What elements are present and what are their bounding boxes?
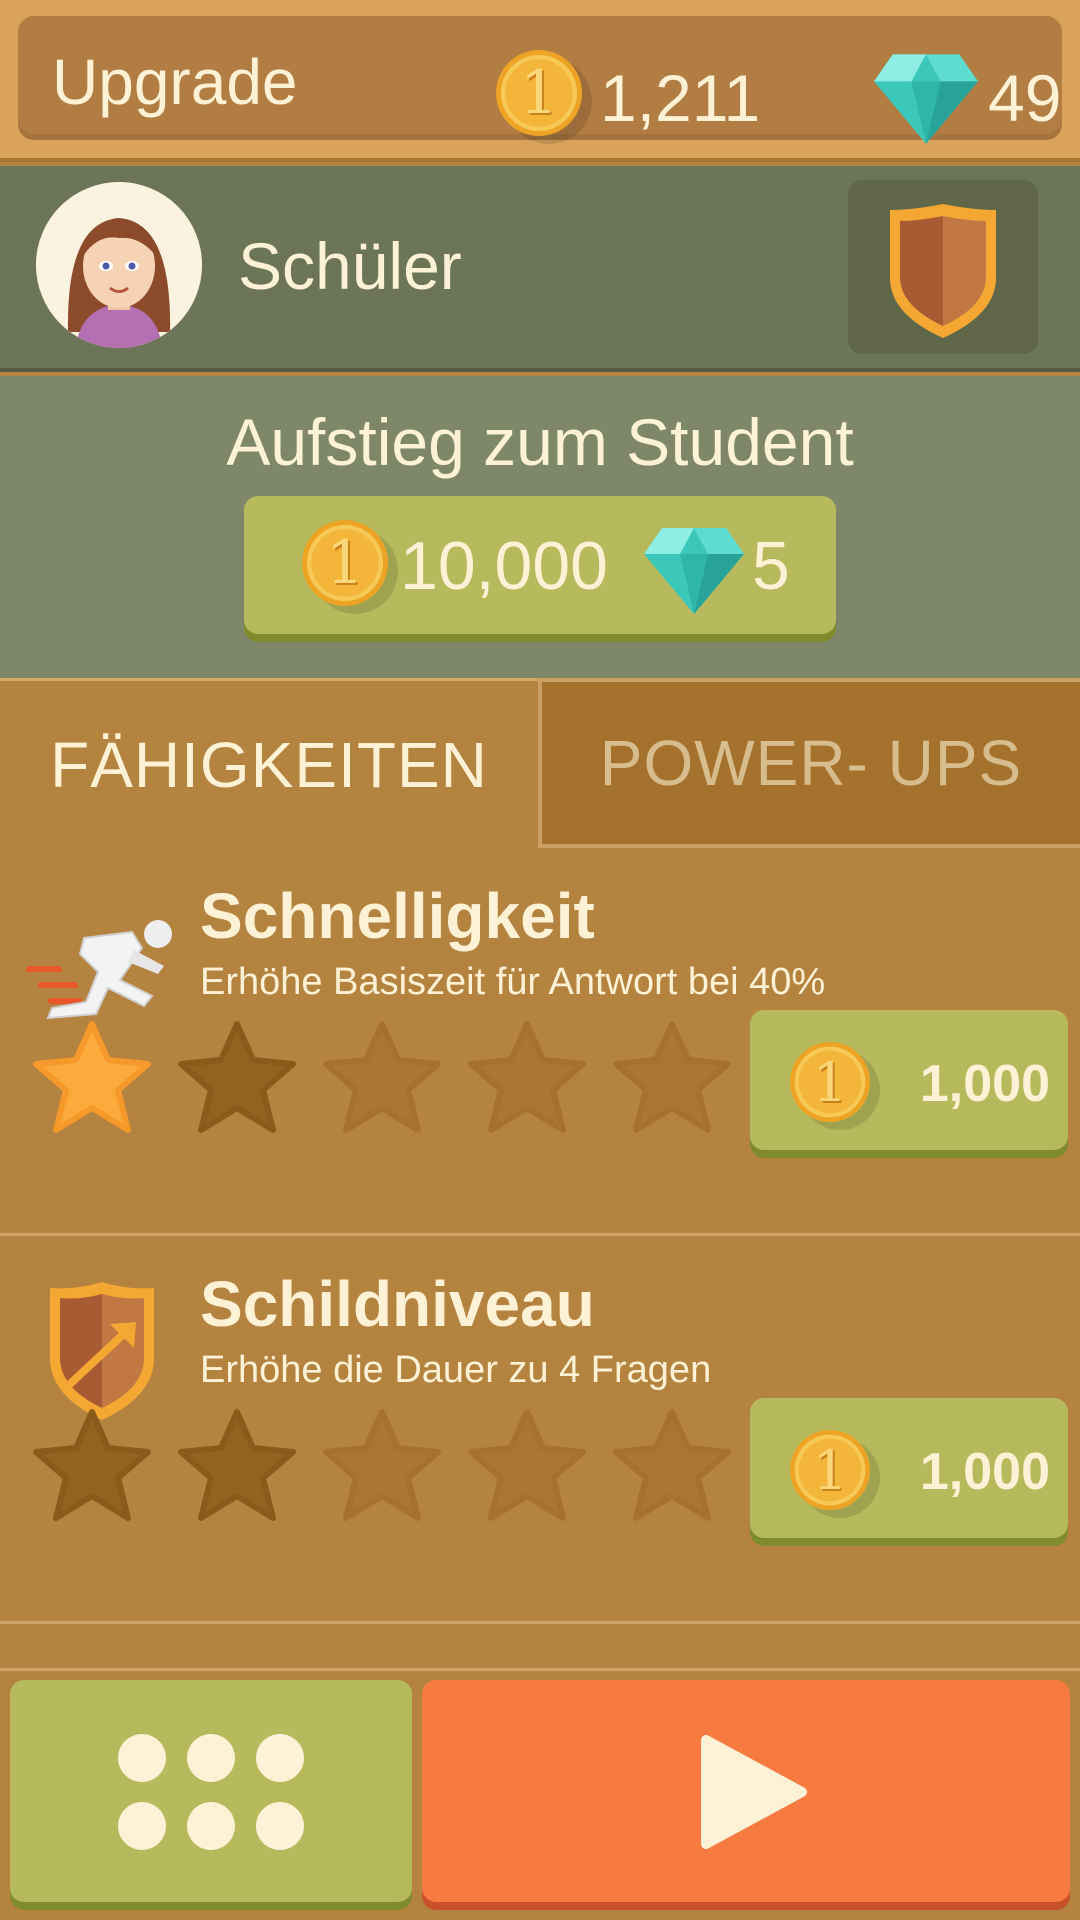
menu-button[interactable]	[10, 1680, 412, 1902]
profile-bar: Schüler	[0, 166, 1080, 372]
coin-icon	[790, 1042, 870, 1122]
rank-up-title: Aufstieg zum Student	[226, 405, 854, 479]
tab-skills[interactable]: FÄHIGKEITEN	[0, 678, 538, 848]
buy-skill-button[interactable]: 1,000	[750, 1398, 1068, 1538]
play-icon	[701, 1735, 807, 1849]
top-bar: Upgrade 1,211 49	[0, 0, 1080, 162]
rank-up-coin-cost: 10,000	[400, 528, 608, 604]
star-next-icon	[178, 1021, 296, 1133]
avatar-illustration	[36, 182, 202, 348]
skill-title: Schnelligkeit	[200, 880, 595, 952]
tab-bar: FÄHIGKEITEN POWER- UPS	[0, 678, 1080, 848]
rank-up-gem-cost: 5	[752, 528, 790, 604]
currency-panel: Upgrade 1,211 49	[18, 16, 1062, 144]
skill-price: 1,000	[919, 1443, 1050, 1501]
coin-icon	[496, 50, 582, 136]
star-empty-icon	[613, 1021, 731, 1133]
star-earned-icon	[33, 1021, 151, 1133]
star-empty-icon	[468, 1409, 586, 1521]
rank-up-button[interactable]: 10,000 5	[244, 496, 836, 634]
skill-price: 1,000	[919, 1055, 1050, 1113]
star-empty-icon	[323, 1409, 441, 1521]
tab-power-ups[interactable]: POWER- UPS	[538, 678, 1080, 848]
star-next-icon	[178, 1409, 296, 1521]
shield-icon	[890, 204, 996, 338]
rank-up-panel: Aufstieg zum Student 10,000 5	[0, 376, 1080, 678]
star-empty-icon	[613, 1409, 731, 1521]
gem-icon	[644, 528, 744, 614]
star-empty-icon	[323, 1021, 441, 1133]
screen-title: Upgrade	[52, 46, 298, 118]
coin-balance: 1,211	[600, 61, 761, 135]
skill-row: Schnelligkeit Erhöhe Basiszeit für Antwo…	[0, 848, 1080, 1236]
buy-skill-button[interactable]: 1,000	[750, 1010, 1068, 1150]
coin-icon	[302, 520, 388, 606]
skill-row: Schildniveau Erhöhe die Dauer zu 4 Frage…	[0, 1236, 1080, 1624]
avatar[interactable]	[36, 182, 202, 348]
skill-title: Schildniveau	[200, 1268, 595, 1340]
skill-level-stars	[30, 1016, 750, 1136]
rank-name: Schüler	[238, 229, 462, 303]
skill-description: Erhöhe die Dauer zu 4 Fragen	[200, 1349, 712, 1391]
gem-balance: 49	[988, 61, 1062, 135]
rank-badge[interactable]	[848, 180, 1038, 354]
skill-level-stars	[30, 1404, 750, 1524]
coin-icon	[790, 1430, 870, 1510]
star-empty-icon	[468, 1021, 586, 1133]
skill-description: Erhöhe Basiszeit für Antwort bei 40%	[200, 961, 826, 1003]
divider	[0, 1668, 1080, 1671]
play-button[interactable]	[422, 1680, 1070, 1902]
gem-icon	[874, 54, 978, 144]
star-next-icon	[33, 1409, 151, 1521]
